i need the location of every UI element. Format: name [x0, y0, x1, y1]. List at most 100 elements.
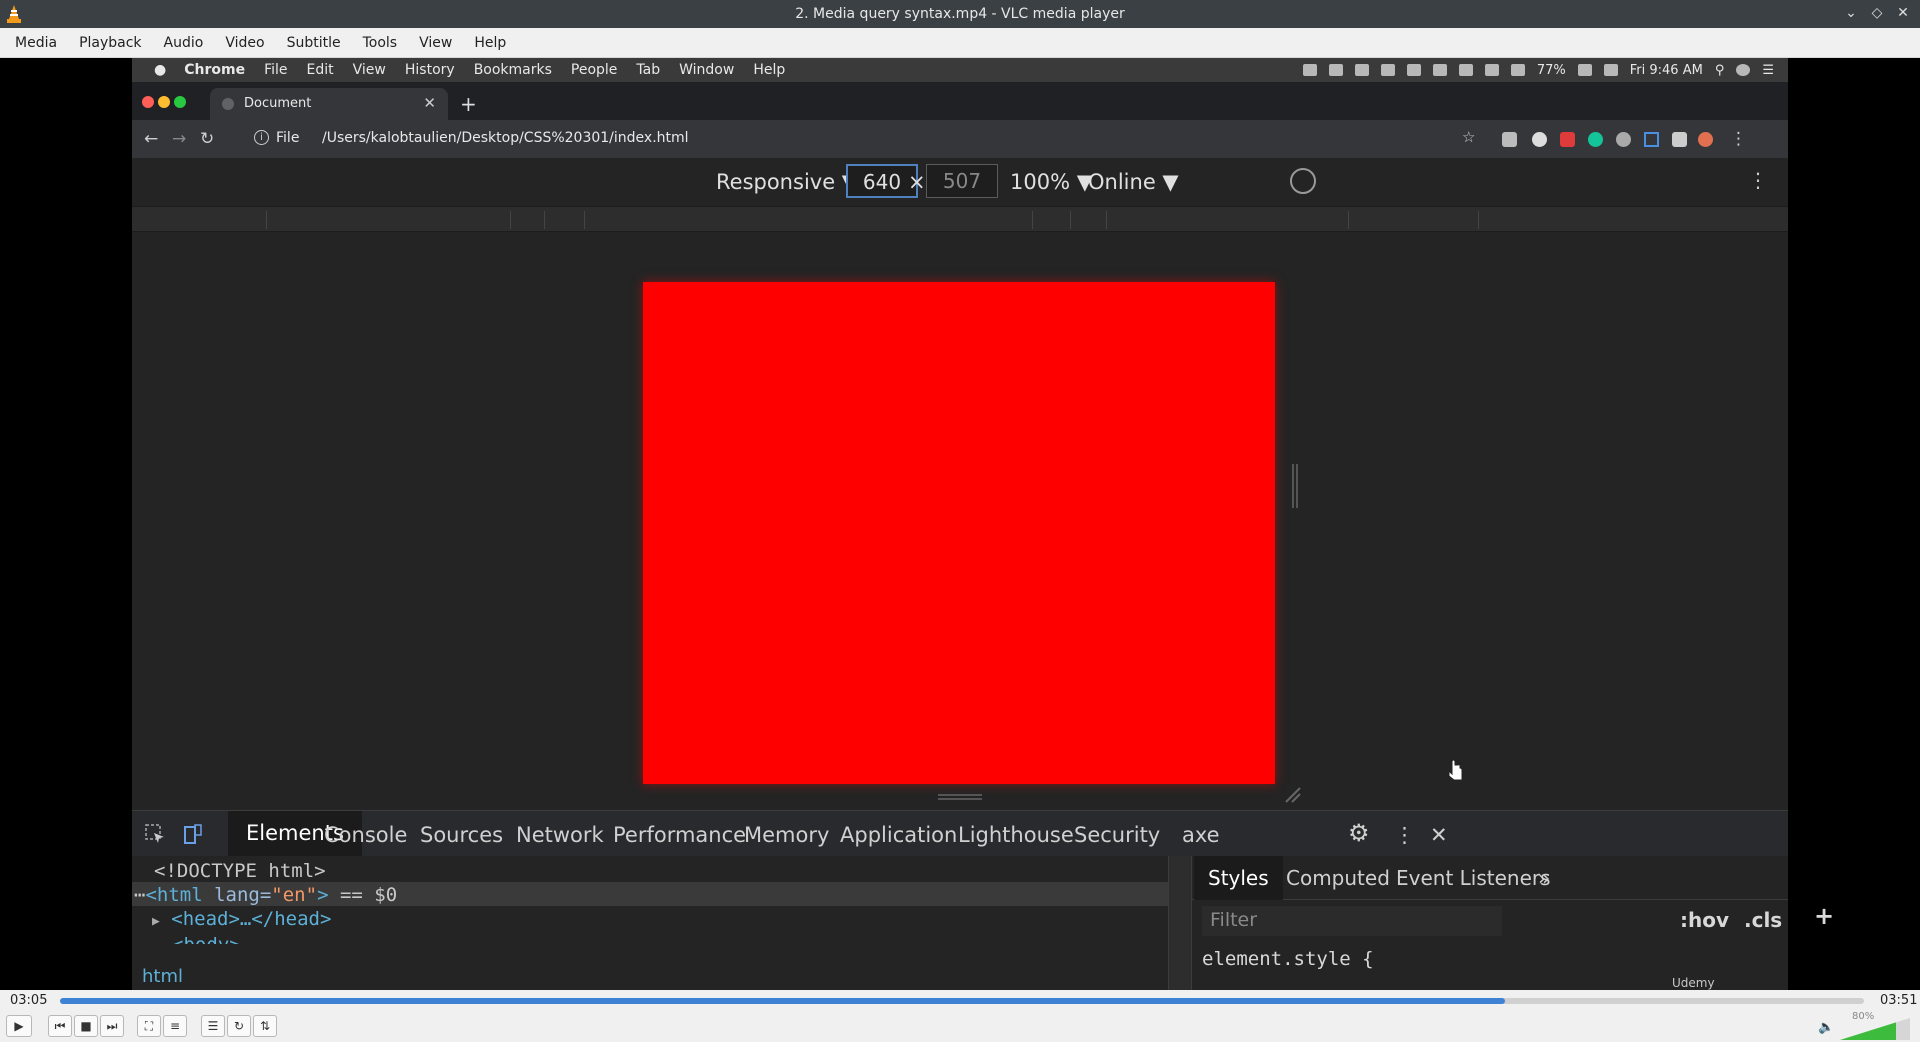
layout-tray-icon — [1380, 64, 1395, 76]
mac-menu-view: View — [352, 62, 386, 78]
devtools-tab-bar: Elements Console Sources Network Perform… — [132, 810, 1788, 856]
shuffle-button[interactable]: ⇅ — [253, 1015, 277, 1037]
menu-view[interactable]: View — [408, 35, 463, 51]
doctype-line: <!DOCTYPE html> — [154, 860, 326, 882]
red-box — [643, 282, 1275, 784]
devtools-body: <!DOCTYPE html> ⋯<html lang="en"> == $0 … — [132, 856, 1834, 990]
media-query-bar — [132, 206, 1788, 232]
chrome-tab-strip: Document ✕ + — [132, 82, 1788, 120]
device-more-icon: ⋮ — [1748, 168, 1768, 192]
maximize-icon[interactable]: ◇ — [1868, 4, 1886, 22]
mac-menu-chrome: Chrome — [184, 62, 246, 78]
expand-arrow-icon: ▶ — [152, 914, 160, 929]
url-text: /Users/kalobtaulien/Desktop/CSS%20301/in… — [322, 130, 689, 146]
loop-button[interactable]: ↻ — [227, 1015, 251, 1037]
devtools-tab-axe: axe — [1182, 823, 1220, 847]
new-style-rule-icon: + — [1814, 902, 1835, 930]
play-button[interactable]: ▶ — [6, 1015, 32, 1037]
stop-button[interactable]: ■ — [74, 1015, 98, 1037]
next-button[interactable]: ⏭ — [100, 1015, 124, 1037]
throttle-select: Online ▼ — [1088, 170, 1179, 194]
fullscreen-button[interactable]: ⛶ — [137, 1015, 161, 1037]
previous-button[interactable]: ⏮ — [48, 1015, 72, 1037]
volume-fill — [1840, 1022, 1896, 1040]
mac-clock: Fri 9:46 AM — [1629, 62, 1703, 78]
camera-tray-icon — [1302, 64, 1317, 76]
minimize-window-icon — [158, 96, 170, 108]
devtools-more-icon: ⋮ — [1394, 823, 1415, 847]
elapsed-time: 03:05 — [10, 993, 48, 1008]
video-area[interactable]: ● Chrome File Edit View History Bookmark… — [0, 58, 1920, 990]
reload-icon: ↻ — [200, 129, 215, 149]
height-input: 507 — [926, 164, 998, 198]
wifi-icon — [1484, 64, 1499, 76]
address-bar: i File /Users/kalobtaulien/Desktop/CSS%2… — [244, 125, 1596, 153]
styles-filter-input: Filter — [1202, 906, 1502, 936]
browser-tab-document: Document ✕ — [210, 88, 448, 120]
devtools-tab-memory: Memory — [744, 823, 830, 847]
inspect-element-icon — [145, 824, 164, 843]
seek-slider[interactable] — [60, 998, 1864, 1004]
extended-settings-button[interactable]: ≡ — [163, 1015, 187, 1037]
styles-tabs: Styles Computed Event Listeners » — [1192, 856, 1788, 900]
head-line: ▶ <head>…</head> — [152, 908, 332, 930]
chrome-menu-icon: ⋮ — [1730, 129, 1747, 149]
window-title: 2. Media query syntax.mp4 - VLC media pl… — [795, 6, 1125, 22]
tab-close-icon: ✕ — [423, 94, 436, 112]
tab-computed: Computed — [1286, 866, 1390, 890]
menu-playback[interactable]: Playback — [68, 35, 152, 51]
seek-row: 03:05 03:51 — [0, 990, 1920, 1010]
minimize-icon[interactable]: ⌄ — [1842, 4, 1860, 22]
playlist-button[interactable]: ☰ — [201, 1015, 225, 1037]
address-row: ← → ↻ i File /Users/kalobtaulien/Desktop… — [132, 120, 1788, 158]
menu-subtitle[interactable]: Subtitle — [276, 35, 352, 51]
mac-menu-help: Help — [753, 62, 786, 78]
menu-help[interactable]: Help — [463, 35, 517, 51]
devtools-tab-security: Security — [1074, 823, 1161, 847]
info-icon: i — [254, 130, 269, 145]
mac-menu-people: People — [570, 62, 618, 78]
seek-progress-fill — [60, 998, 1505, 1004]
styles-filter-row: Filter :hov .cls + — [1192, 900, 1834, 942]
gray-extension-icon — [1616, 132, 1631, 147]
elements-tree: <!DOCTYPE html> ⋯<html lang="en"> == $0 … — [132, 856, 1168, 966]
tab-event-listeners: Event Listeners — [1396, 866, 1551, 890]
devtools-tab-performance: Performance — [613, 823, 747, 847]
menu-audio[interactable]: Audio — [153, 35, 215, 51]
menu-video[interactable]: Video — [214, 35, 275, 51]
forward-icon: → — [172, 129, 187, 149]
vlc-menu-bar: Media Playback Audio Video Subtitle Tool… — [0, 28, 1920, 58]
resize-handle-right — [1292, 464, 1298, 508]
speaker-icon[interactable]: 🔈 — [1818, 1020, 1834, 1035]
html-line: ⋯<html lang="en"> == $0 — [134, 884, 398, 906]
times-sign: × — [908, 170, 926, 194]
notification-center-icon: ☰ — [1762, 62, 1774, 78]
mac-menu-bar: ● Chrome File Edit View History Bookmark… — [132, 58, 1788, 82]
mac-menu-bookmarks: Bookmarks — [473, 62, 552, 78]
mouse-cursor-icon — [1448, 760, 1463, 781]
scheme-label: File — [276, 130, 300, 146]
menu-media[interactable]: Media — [4, 35, 68, 51]
volume-tray-icon — [1510, 64, 1525, 76]
back-icon: ← — [144, 129, 159, 149]
triangle-extension-icon — [1644, 132, 1659, 147]
device-toolbar: Responsive ▼ 640 × 507 100% ▼ Online ▼ ⋮ — [132, 158, 1788, 206]
spotlight-icon: ⚲ — [1714, 62, 1725, 78]
globe-icon — [222, 98, 234, 110]
dropbox-tray-icon — [1328, 64, 1343, 76]
menu-tools[interactable]: Tools — [352, 35, 409, 51]
volume-slider[interactable] — [1840, 1018, 1910, 1040]
hov-toggle: :hov — [1680, 908, 1730, 932]
device-select: Responsive ▼ — [716, 170, 858, 194]
mac-menu-history: History — [404, 62, 455, 78]
vlc-title-bar: 2. Media query syntax.mp4 - VLC media pl… — [0, 0, 1920, 28]
devtools-tab-lighthouse: Lighthouse — [958, 823, 1074, 847]
close-icon[interactable]: ✕ — [1894, 4, 1912, 22]
mac-menu-edit: Edit — [306, 62, 334, 78]
tab-styles: Styles — [1194, 856, 1283, 900]
puzzle-icon — [1672, 132, 1687, 147]
control-row: ▶ ⏮ ■ ⏭ ⛶ ≡ ☰ ↻ ⇅ 🔈 80% — [0, 1010, 1920, 1042]
siri-icon — [1736, 64, 1751, 76]
breadcrumb: html — [142, 966, 184, 987]
resize-corner-icon — [1285, 787, 1301, 803]
